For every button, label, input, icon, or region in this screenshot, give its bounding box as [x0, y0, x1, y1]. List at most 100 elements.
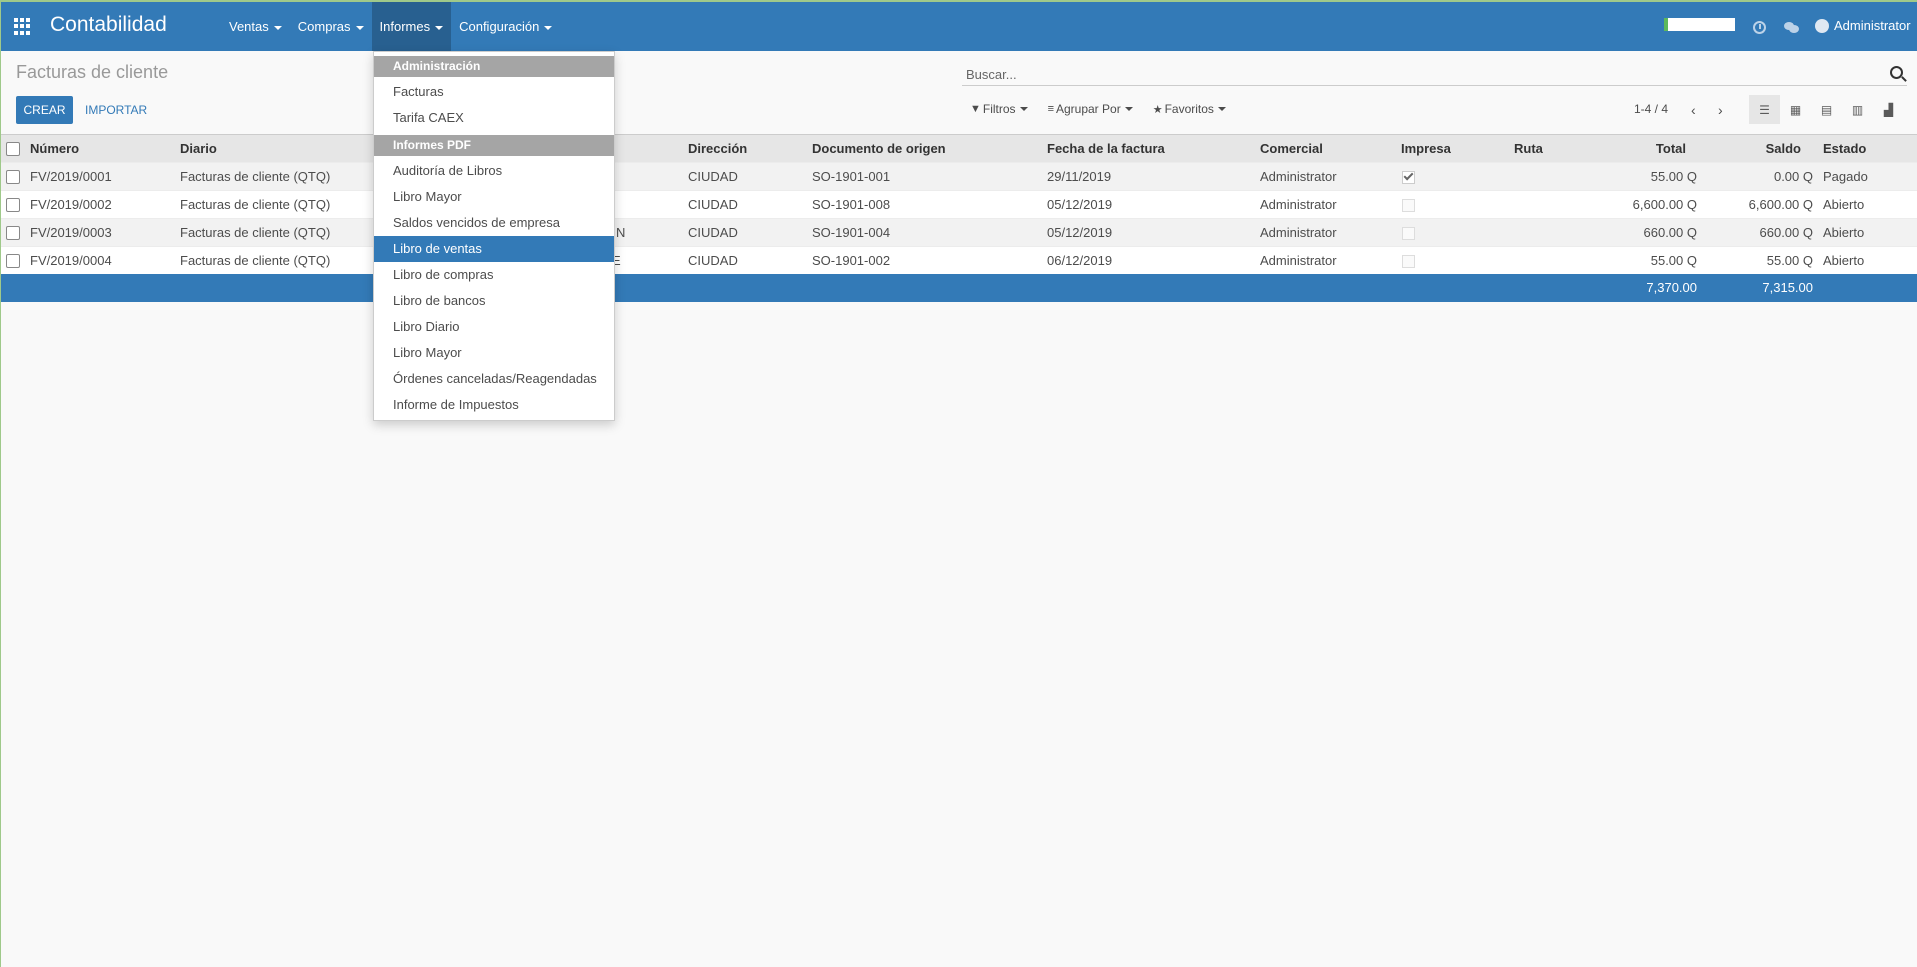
kanban-view-icon[interactable]: ▦	[1780, 95, 1811, 124]
menu-compras[interactable]: Compras	[290, 2, 372, 51]
table-row[interactable]: FV/2019/0002 Facturas de cliente (QTQ) C…	[1, 190, 1917, 218]
pager-value[interactable]: 1-4 / 4	[1634, 102, 1668, 116]
cell-documento: SO-1901-001	[812, 169, 891, 184]
cell-total: 6,600.00 Q	[1632, 197, 1697, 212]
cell-estado: Pagado	[1823, 169, 1868, 184]
create-button[interactable]: CREAR	[16, 96, 73, 124]
row-checkbox[interactable]	[6, 198, 20, 212]
cell-estado: Abierto	[1823, 197, 1865, 212]
cell-fecha: 06/12/2019	[1047, 253, 1113, 268]
groupby-button[interactable]: ≡ Agrupar Por	[1048, 102, 1133, 116]
printed-checkbox	[1402, 170, 1415, 184]
cell-diario: Facturas de cliente (QTQ)	[180, 253, 331, 268]
graph-view-icon[interactable]: ▟	[1873, 95, 1904, 124]
pager-next-icon[interactable]: ›	[1718, 102, 1723, 118]
search-input[interactable]	[962, 64, 1862, 85]
cell-saldo: 660.00 Q	[1759, 225, 1814, 240]
menu-item-saldos-vencidos[interactable]: Saldos vencidos de empresa	[374, 210, 614, 236]
calendar-view-icon[interactable]: ▤	[1811, 95, 1842, 124]
caret-down-icon	[1217, 107, 1226, 111]
cell-direccion: CIUDAD	[688, 197, 738, 212]
cell-documento: SO-1901-008	[812, 197, 891, 212]
chat-icon[interactable]	[1784, 22, 1799, 33]
breadcrumb: Facturas de cliente	[16, 62, 169, 82]
star-icon: ★	[1152, 103, 1163, 116]
caret-down-icon	[544, 25, 553, 30]
avatar	[1815, 18, 1829, 33]
cell-documento: SO-1901-004	[812, 225, 891, 240]
menu-configuracion-label: Configuración	[459, 19, 540, 34]
menu-item-informe-impuestos[interactable]: Informe de Impuestos	[374, 392, 614, 418]
menu-item-libro-bancos[interactable]: Libro de bancos	[374, 288, 614, 314]
progress-bar[interactable]	[1664, 18, 1735, 31]
table-row[interactable]: FV/2019/0003 Facturas de cliente (QTQ) N…	[1, 218, 1917, 246]
cell-numero: FV/2019/0004	[30, 253, 112, 268]
search-options: ▼ Filtros ≡ Agrupar Por ★ Favoritos	[970, 102, 1226, 116]
invoice-list-table: Número Diario Dirección Documento de ori…	[1, 134, 1917, 302]
favorites-button[interactable]: ★ Favoritos	[1153, 102, 1226, 116]
menu-item-auditoria-libros[interactable]: Auditoría de Libros	[374, 158, 614, 184]
cell-direccion: CIUDAD	[688, 169, 738, 184]
menu-compras-label: Compras	[297, 19, 351, 34]
list-view-icon[interactable]: ☰	[1749, 95, 1780, 124]
cell-comercial: Administrator	[1260, 169, 1337, 184]
pager-previous-icon[interactable]: ‹	[1691, 102, 1696, 118]
cell-documento: SO-1901-002	[812, 253, 891, 268]
menu-item-tarifa-caex[interactable]: Tarifa CAEX	[374, 105, 614, 131]
row-checkbox[interactable]	[6, 226, 20, 240]
search-icon[interactable]	[1890, 66, 1903, 79]
menu-item-libro-mayor-2[interactable]: Libro Mayor	[374, 340, 614, 366]
menu-configuracion[interactable]: Configuración	[451, 2, 560, 51]
filters-button[interactable]: ▼ Filtros	[970, 102, 1028, 116]
cell-fecha: 05/12/2019	[1047, 225, 1113, 240]
menu-item-libro-ventas[interactable]: Libro de ventas	[374, 236, 614, 262]
cell-comercial: Administrator	[1260, 197, 1337, 212]
col-ruta[interactable]: Ruta	[1514, 135, 1543, 163]
caret-down-icon	[355, 25, 364, 30]
col-comercial[interactable]: Comercial	[1260, 135, 1323, 163]
col-impresa[interactable]: Impresa	[1401, 135, 1451, 163]
menu-item-libro-diario[interactable]: Libro Diario	[374, 314, 614, 340]
select-all-checkbox[interactable]	[6, 142, 20, 156]
col-fecha[interactable]: Fecha de la factura	[1047, 135, 1165, 163]
menu-item-libro-mayor[interactable]: Libro Mayor	[374, 184, 614, 210]
menu-item-libro-compras[interactable]: Libro de compras	[374, 262, 614, 288]
col-direccion[interactable]: Dirección	[688, 135, 747, 163]
cell-fecha: 05/12/2019	[1047, 197, 1113, 212]
activity-clock-icon[interactable]	[1753, 21, 1766, 34]
cell-direccion: CIUDAD	[688, 253, 738, 268]
check-icon	[1403, 170, 1414, 181]
cell-total: 55.00 Q	[1650, 169, 1697, 184]
printed-checkbox	[1402, 199, 1415, 212]
user-menu[interactable]: Administrator	[1815, 18, 1911, 33]
col-diario[interactable]: Diario	[180, 135, 217, 163]
printed-checkbox	[1402, 255, 1415, 268]
main-menu: Ventas Compras Informes Configuración	[221, 2, 560, 51]
pivot-view-icon[interactable]: ▥	[1842, 95, 1873, 124]
apps-grid-icon[interactable]	[14, 18, 31, 35]
cell-diario: Facturas de cliente (QTQ)	[180, 197, 331, 212]
col-estado[interactable]: Estado	[1823, 135, 1866, 163]
printed-checkbox	[1402, 227, 1415, 240]
menu-item-facturas[interactable]: Facturas	[374, 79, 614, 105]
menu-informes[interactable]: Informes	[371, 2, 452, 51]
row-checkbox[interactable]	[6, 254, 20, 268]
col-documento[interactable]: Documento de origen	[812, 135, 946, 163]
cell-total: 660.00 Q	[1643, 225, 1698, 240]
app-title: Contabilidad	[50, 13, 167, 36]
col-total[interactable]: Total	[1581, 135, 1686, 163]
sum-total: 7,370.00	[1646, 280, 1697, 295]
filter-icon: ▼	[970, 103, 981, 115]
cell-fecha: 29/11/2019	[1047, 169, 1112, 184]
favorites-label: Favoritos	[1164, 102, 1214, 116]
row-checkbox[interactable]	[6, 170, 20, 184]
search-bar	[962, 64, 1907, 86]
col-numero[interactable]: Número	[30, 135, 79, 163]
table-row[interactable]: FV/2019/0001 Facturas de cliente (QTQ) C…	[1, 162, 1917, 190]
menu-ventas[interactable]: Ventas	[221, 2, 290, 51]
col-saldo[interactable]: Saldo	[1701, 135, 1801, 163]
menu-item-ordenes-canceladas[interactable]: Órdenes canceladas/Reagendadas	[374, 366, 614, 392]
table-row[interactable]: FV/2019/0004 Facturas de cliente (QTQ) E…	[1, 246, 1917, 274]
import-button[interactable]: IMPORTAR	[85, 96, 147, 124]
top-navbar: Contabilidad Ventas Compras Informes Con…	[1, 2, 1917, 51]
